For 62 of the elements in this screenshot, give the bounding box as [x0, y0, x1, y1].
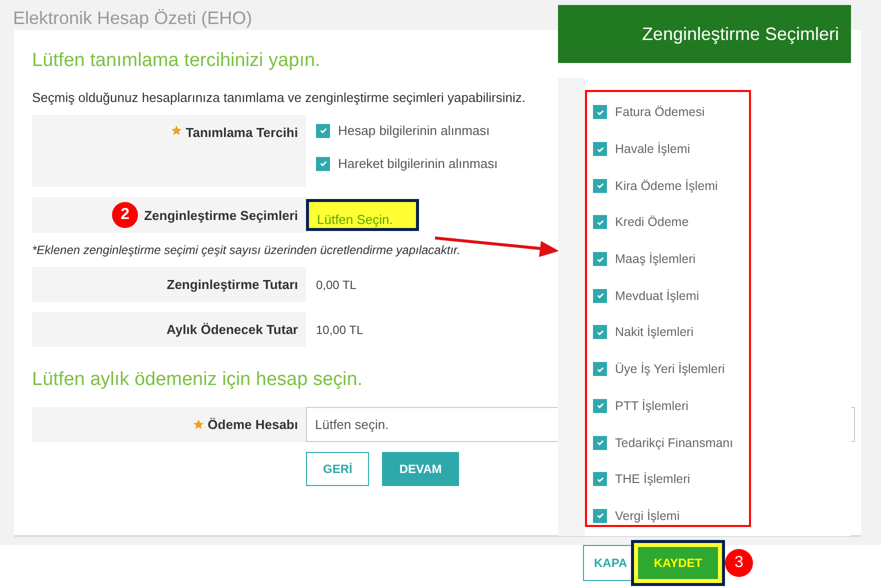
amount-value: 0,00 TL	[316, 278, 356, 292]
check-icon	[596, 218, 604, 227]
check-icon	[596, 438, 604, 448]
check-icon	[596, 254, 604, 264]
checkbox-label: Kira Ödeme İşlemi	[615, 178, 718, 193]
checkbox-label: Maaş İşlemleri	[615, 252, 696, 266]
check-icon	[596, 108, 604, 117]
checkbox-label: PTT İşlemleri	[615, 398, 688, 413]
check-icon	[596, 401, 604, 410]
checkbox-label: Hesap bilgilerinin alınması	[338, 123, 490, 138]
checkbox-label: Tedarikçi Finansmanı	[615, 436, 734, 450]
check-icon	[318, 126, 328, 135]
check-icon	[596, 291, 604, 300]
check-icon	[318, 159, 328, 168]
checkbox[interactable]	[593, 215, 607, 230]
checkbox-label: Hareket bilgilerinin alınması	[338, 156, 498, 171]
field-label: Zenginleştirme Seçimleri	[144, 208, 298, 222]
checkbox[interactable]	[593, 105, 607, 120]
step-badge: 2	[112, 202, 138, 228]
check-icon	[596, 364, 604, 374]
description-text: Seçmiş olduğunuz hesaplarınıza tanımlama ve zenginleştirme seçimleri yapabilirsiniz.	[32, 90, 526, 105]
highlighted-select-link[interactable]: Lütfen Seçin.	[306, 199, 419, 231]
checkbox-label: Kredi Ödeme	[615, 215, 689, 230]
checkbox[interactable]	[593, 252, 607, 266]
checkbox-label: THE İşlemleri	[615, 472, 690, 486]
section-heading: Lütfen aylık ödemeniz için hesap seçin.	[32, 369, 363, 392]
checkbox[interactable]	[593, 325, 607, 340]
checkbox-label: Üye İş Yeri İşlemleri	[615, 362, 725, 376]
form-button[interactable]: DEVAM	[382, 452, 459, 486]
checkbox[interactable]	[593, 472, 607, 486]
checkbox[interactable]	[316, 156, 330, 170]
field-label: Tanımlama Tercihi	[186, 125, 298, 140]
checkbox-label: Mevduat İşlemi	[615, 288, 700, 303]
note-text: *Eklenen zenginleştirme seçimi çeşit sayısı üzerinden ücretlendirme yapılacaktır.	[32, 243, 462, 257]
checkbox[interactable]	[593, 142, 607, 156]
save-button[interactable]: KAYDET	[638, 547, 718, 579]
checkbox[interactable]	[593, 398, 607, 413]
checkbox[interactable]	[593, 178, 607, 193]
check-icon	[596, 181, 604, 190]
checkbox[interactable]	[593, 508, 607, 523]
step-badge: 3	[725, 549, 753, 577]
form-button[interactable]: GERİ	[306, 452, 370, 486]
close-button[interactable]: KAPA	[583, 545, 631, 581]
check-icon	[596, 511, 604, 520]
checkbox-label: Fatura Ödemesi	[615, 105, 705, 120]
checkbox[interactable]	[593, 362, 607, 376]
field-label: Zenginleştirme Tutarı	[166, 277, 298, 292]
amount-value: 10,00 TL	[316, 322, 364, 336]
page-title: Elektronik Hesap Özeti (EHO)	[12, 7, 254, 30]
checkbox[interactable]	[593, 436, 607, 450]
check-icon	[596, 144, 604, 154]
checkbox-label: Nakit İşlemleri	[615, 325, 694, 340]
check-icon	[596, 328, 604, 337]
check-icon	[596, 474, 604, 484]
checkbox-label: Havale İşlemi	[615, 142, 690, 156]
dialog-title: Zenginleştirme Seçimleri	[642, 24, 839, 44]
checkbox-label: Vergi İşlemi	[615, 508, 680, 523]
field-label: Aylık Ödenecek Tutar	[166, 322, 298, 337]
section-heading: Lütfen tanımlama tercihinizi yapın.	[32, 50, 320, 73]
checkbox[interactable]	[316, 124, 330, 138]
field-label: Ödeme Hesabı	[208, 417, 298, 432]
checkbox[interactable]	[593, 288, 607, 303]
